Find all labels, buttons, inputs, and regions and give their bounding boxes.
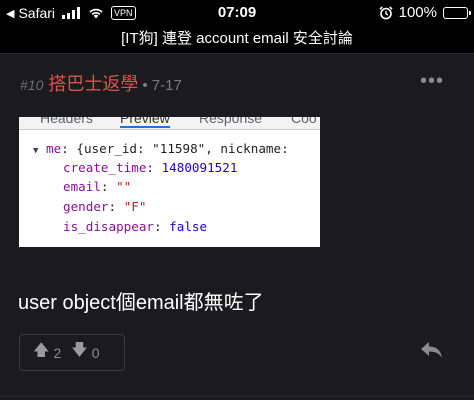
code-line-field: gender: "F": [63, 199, 147, 214]
code-line-root: ▼ me: {user_id: "11598", nickname:: [33, 141, 289, 156]
code-line-field: create_time: 1480091521: [63, 160, 238, 175]
back-triangle-icon[interactable]: ◀: [6, 7, 14, 20]
devtools-tab-headers: Headers: [40, 117, 93, 126]
expand-triangle-icon: ▼: [33, 146, 39, 156]
devtools-tab-response: Response: [199, 117, 263, 126]
downvote-count: 0: [91, 344, 100, 361]
upvote-count: 2: [53, 344, 62, 361]
arrow-up-icon: 🡅: [33, 342, 50, 359]
post-number: #10: [20, 77, 44, 93]
battery-percent: 100%: [398, 4, 437, 21]
post-body: user object個email都無咗了: [18, 292, 264, 314]
upvote-button[interactable]: 🡅 2: [33, 339, 61, 366]
vote-box: 🡅 2 🡇 0: [19, 334, 125, 371]
status-left: ◀ Safari VPN: [6, 5, 136, 21]
post-date: • 7-17: [142, 77, 182, 94]
battery-icon: [443, 6, 471, 19]
code-line-field: is_disappear: false: [63, 219, 208, 234]
downvote-button[interactable]: 🡇 0: [71, 339, 99, 366]
arrow-down-icon: 🡇: [71, 342, 88, 359]
vpn-badge: VPN: [111, 6, 136, 20]
post-header: #10 搭巴士返學 • 7-17: [20, 70, 182, 96]
signal-icon: [62, 7, 81, 19]
reply-icon[interactable]: [418, 336, 446, 364]
devtools-tab-cookies: Coo: [291, 117, 317, 126]
alarm-icon: [379, 5, 393, 19]
devtools-tabs: Headers Preview Response Coo: [19, 117, 320, 130]
status-right: 100%: [379, 4, 471, 21]
wifi-icon: [89, 8, 103, 19]
page-title: [IT狗] 連登 account email 安全討論: [0, 26, 474, 54]
post-author[interactable]: 搭巴士返學: [48, 70, 138, 96]
back-app-label[interactable]: Safari: [18, 5, 55, 21]
more-options-icon[interactable]: •••: [420, 71, 444, 91]
code-line-field: email: "": [63, 179, 132, 194]
devtools-tab-preview: Preview: [120, 117, 170, 128]
divider: [0, 396, 474, 397]
attached-screenshot[interactable]: Headers Preview Response Coo ▼ me: {user…: [19, 117, 320, 247]
status-bar: ◀ Safari VPN 07:09 100%: [0, 0, 474, 26]
